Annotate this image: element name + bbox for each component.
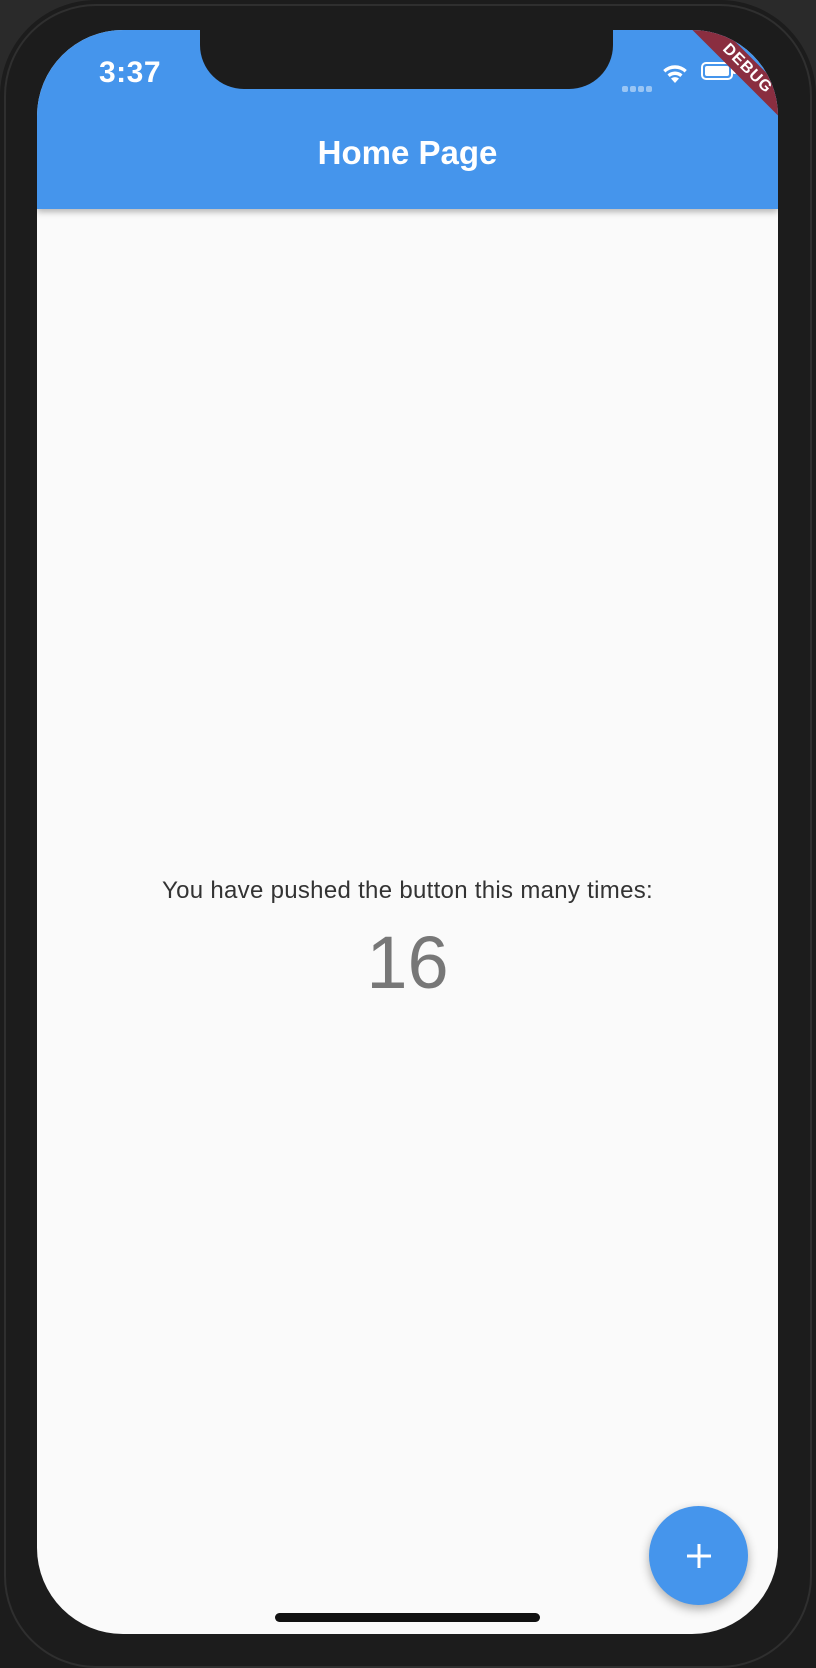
home-indicator[interactable]: [275, 1613, 540, 1622]
main-content: You have pushed the button this many tim…: [37, 209, 778, 1634]
counter-value: 16: [366, 921, 449, 1004]
app-screen: 3:37 Home Page DEBUG You have pushed the…: [37, 30, 778, 1634]
device-frame: 3:37 Home Page DEBUG You have pushed the…: [0, 0, 816, 1668]
counter-label: You have pushed the button this many tim…: [162, 877, 653, 904]
wifi-icon: [663, 65, 687, 83]
device-notch: [200, 30, 613, 89]
cellular-signal-icon: [622, 79, 656, 92]
increment-button[interactable]: [649, 1506, 748, 1605]
add-icon: [686, 1543, 711, 1568]
page-title: Home Page: [317, 134, 498, 171]
status-time: 3:37: [99, 56, 162, 89]
